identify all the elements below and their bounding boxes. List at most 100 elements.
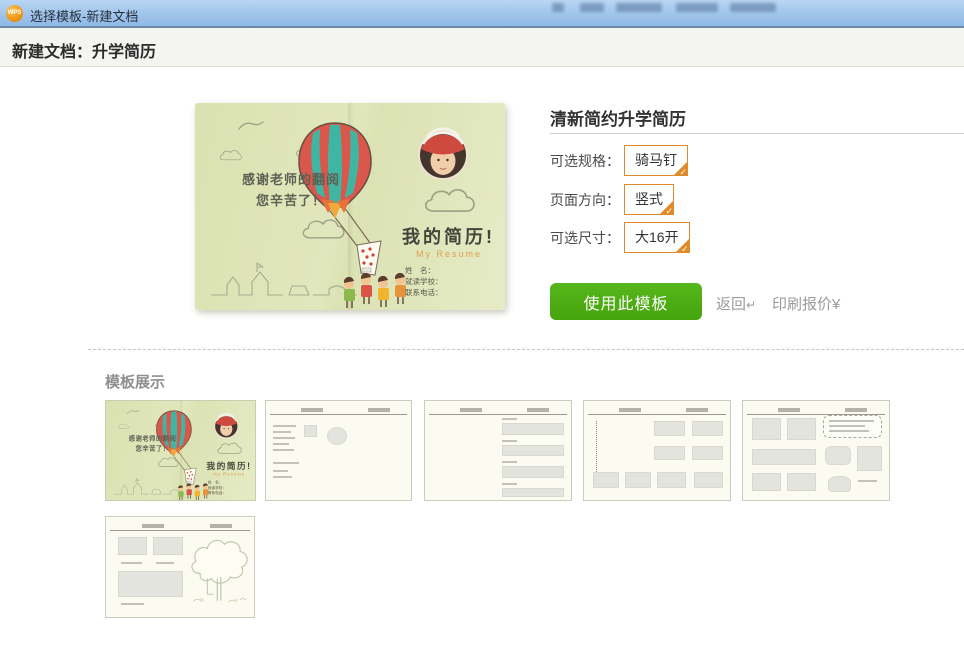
background-window-artifact — [580, 3, 604, 12]
cover-thanks-text: 感谢老师的翻阅 您辛苦了！ — [119, 433, 187, 453]
orientation-select[interactable]: 竖式 ✓ — [624, 184, 674, 215]
background-window-artifact — [552, 3, 564, 12]
placeholder-block — [752, 473, 781, 491]
thumbnail-page-mixed[interactable] — [742, 400, 890, 501]
back-link[interactable]: 返回↵ — [716, 293, 756, 314]
student-photo-mini — [215, 413, 238, 437]
placeholder-text — [273, 431, 290, 433]
thumbnail-page-profile[interactable] — [265, 400, 412, 501]
placeholder-block — [828, 476, 851, 492]
placeholder-block — [118, 571, 183, 597]
placeholder-text — [273, 449, 293, 451]
placeholder-text — [273, 425, 296, 427]
cover-resume-subtitle: My Resume — [416, 249, 482, 259]
dashed-separator — [88, 349, 964, 350]
return-arrow-icon: ↵ — [746, 298, 756, 312]
placeholder-block — [502, 466, 563, 478]
placeholder-text — [273, 476, 292, 478]
placeholder-heading — [686, 408, 708, 412]
cover-resume-title: 我的简历! — [206, 459, 251, 472]
placeholder-block — [654, 446, 685, 461]
background-window-artifact — [730, 3, 776, 12]
size-select[interactable]: 大16开 ✓ — [624, 222, 690, 253]
wps-logo-icon: WPS — [6, 5, 23, 22]
orientation-label: 页面方向： — [550, 190, 622, 210]
placeholder-block — [752, 449, 816, 466]
cover-form-fields: 姓 名： 就读学校： 联系电话： — [208, 480, 226, 496]
placeholder-heading — [845, 408, 867, 412]
placeholder-heading — [368, 408, 390, 412]
placeholder-block — [502, 488, 563, 497]
placeholder-block — [657, 472, 686, 488]
divider — [550, 133, 964, 134]
placeholder-block — [502, 423, 563, 435]
placeholder-block — [825, 446, 851, 466]
page-title: 新建文档：升学简历 — [12, 38, 156, 62]
placeholder-text — [273, 437, 295, 439]
thumbnail-page-tree[interactable] — [105, 516, 255, 618]
placeholder-block — [593, 472, 619, 488]
placeholder-block — [502, 445, 563, 457]
template-cover-preview: 感谢老师的翻阅 您辛苦了！ 我的简历! My Resume 姓 名： 就读学校：… — [195, 103, 505, 310]
placeholder-text — [273, 462, 299, 464]
placeholder-text — [273, 470, 288, 472]
window-title: 选择模板-新建文档 — [30, 6, 138, 25]
template-dialog: WPS 选择模板-新建文档 新建文档：升学简历 — [0, 0, 964, 649]
placeholder-list — [596, 421, 597, 472]
placeholder-speech-bubble — [823, 415, 881, 438]
cover-artwork: 感谢老师的翻阅 您辛苦了！ 我的简历! My Resume 姓 名： 就读学校：… — [195, 103, 505, 310]
thumbnail-cover-page[interactable]: 感谢老师的翻阅 您辛苦了！ 我的简历! My Resume 姓 名： 就读学校：… — [105, 400, 256, 501]
background-window-artifact — [616, 3, 662, 12]
placeholder-block — [692, 446, 723, 461]
cover-resume-subtitle: My Resume — [213, 472, 245, 477]
placeholder-block — [787, 473, 816, 491]
placeholder-text — [502, 440, 517, 442]
placeholder-text — [273, 443, 289, 445]
background-window-artifact — [676, 3, 718, 12]
placeholder-block — [752, 418, 781, 440]
placeholder-block — [153, 537, 183, 555]
student-photo — [419, 129, 467, 179]
spec-select[interactable]: 骑马钉 ✓ — [624, 145, 688, 176]
cover-form-fields: 姓 名： 就读学校： 联系电话： — [405, 265, 443, 298]
check-icon: ✓ — [679, 168, 687, 177]
placeholder-heading — [778, 408, 800, 412]
check-icon: ✓ — [681, 245, 689, 254]
placeholder-text — [502, 461, 517, 463]
divider — [429, 414, 566, 415]
placeholder-block — [625, 472, 651, 488]
placeholder-text — [858, 480, 877, 482]
placeholder-heading — [142, 524, 164, 528]
placeholder-text — [502, 483, 517, 485]
cover-thanks-text: 感谢老师的翻阅 您辛苦了！ — [221, 169, 361, 211]
placeholder-text — [829, 425, 866, 427]
template-name: 清新简约升学简历 — [550, 105, 686, 130]
cover-resume-title: 我的简历! — [402, 223, 495, 249]
placeholder-block — [118, 537, 148, 555]
thumbnail-page-form-rows[interactable] — [424, 400, 572, 501]
placeholder-block — [654, 421, 685, 436]
use-template-button[interactable]: 使用此模板 — [550, 283, 702, 320]
placeholder-text — [829, 420, 874, 422]
placeholder-block — [857, 446, 882, 472]
orientation-option-row: 页面方向： 竖式 ✓ — [550, 184, 674, 215]
placeholder-avatar — [327, 427, 347, 445]
placeholder-heading — [460, 408, 482, 412]
placeholder-block — [692, 421, 723, 436]
placeholder-heading — [527, 408, 549, 412]
size-label: 可选尺寸： — [550, 228, 622, 248]
spec-label: 可选规格： — [550, 151, 622, 171]
placeholder-text — [121, 603, 145, 605]
placeholder-heading — [619, 408, 641, 412]
spec-option-row: 可选规格： 骑马钉 ✓ — [550, 145, 688, 176]
window-titlebar[interactable]: WPS 选择模板-新建文档 — [0, 0, 964, 28]
placeholder-text — [121, 562, 142, 564]
thumbnail-page-grid[interactable] — [583, 400, 731, 501]
placeholder-text — [502, 418, 517, 420]
gallery-heading: 模板展示 — [105, 371, 165, 392]
tree-illustration — [186, 527, 250, 613]
cover-artwork-mini: 感谢老师的翻阅 您辛苦了！ 我的简历! My Resume 姓 名： 就读学校：… — [106, 401, 256, 501]
print-quote-link[interactable]: 印刷报价¥ — [772, 293, 840, 314]
placeholder-block — [787, 418, 816, 440]
placeholder-block — [304, 425, 317, 437]
